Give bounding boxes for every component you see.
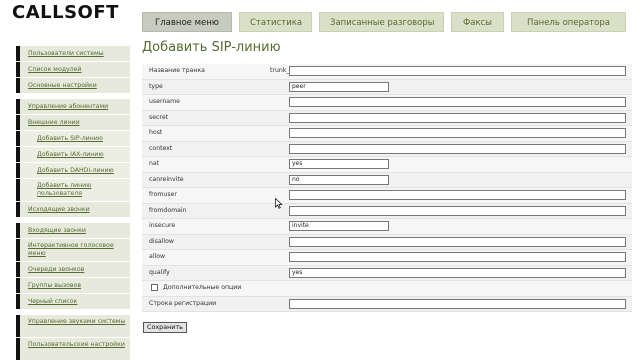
field-label: disallow [149,237,174,245]
trunk-prefix: trunk_ [270,67,290,74]
text-field[interactable]: yes [289,159,389,169]
save-button[interactable]: Сохранить [143,322,187,333]
form-row: qualify yes [142,265,632,281]
sidebar-item[interactable]: Черный список [16,294,130,309]
field-label: fromdomain [149,206,187,214]
text-field[interactable] [289,112,626,123]
sidebar-item[interactable]: Пользователи системы [16,46,130,61]
form-row: Название транка trunk_ [142,64,632,80]
text-field[interactable]: yes [289,267,626,278]
extra-options-label: Дополнительные опции [163,284,242,291]
sidebar-group: Пользователи системы Список модулей Основн… [16,46,130,93]
main-tabs: Главное меню Статистика Записанные разгово… [142,12,626,32]
page-title: Добавить SIP-линию [142,40,281,55]
form-row: canreinvite no [142,172,632,188]
text-field[interactable] [289,252,626,262]
text-field[interactable] [289,143,626,154]
form-row: disallow [142,234,632,250]
field-label: canreinvite [149,175,184,183]
sidebar-item[interactable]: Входящие звонки [16,223,130,238]
form-row: host [142,126,632,142]
form-row: fromuser [142,188,632,204]
field-label: type [149,82,163,90]
tab-1[interactable]: Главное меню [142,12,232,32]
sip-line-form: Название транка trunk_type peer username sec… [142,64,632,312]
tab-5[interactable]: Панель оператора [511,12,626,32]
text-field[interactable] [289,66,626,76]
text-field[interactable] [289,128,626,138]
tab-3[interactable]: Записанные разговоры [319,12,444,32]
sidebar-item[interactable]: Группы вызовов [16,278,130,293]
sidebar-group: Управление абонентами Внешние линии Добави… [16,99,130,217]
sidebar-item[interactable]: Добавить линию пользователя [16,179,130,201]
sidebar-item[interactable]: Управление абонентами [16,99,130,114]
text-field[interactable]: invite [289,221,389,231]
sidebar: Пользователи системы Список модулей Основн… [16,46,130,360]
text-field[interactable] [289,190,626,200]
extra-options-checkbox[interactable] [151,284,158,291]
form-row: allow [142,250,632,266]
sidebar-item[interactable]: Очереди звонков [16,262,130,277]
sidebar-item[interactable]: Добавить DAHDI-линию [16,163,130,178]
field-label: host [149,129,163,136]
sidebar-item[interactable]: Управление звуками системы [16,315,130,337]
form-row: fromdomain [142,203,632,219]
tab-4[interactable]: Факсы [451,12,504,32]
sidebar-item[interactable]: Список модулей [16,62,130,77]
form-row: type peer [142,79,632,95]
extra-options-row: Дополнительные опции [142,281,632,297]
form-row: secret [142,110,632,126]
field-label: username [149,98,180,105]
sidebar-item[interactable]: Добавить SIP-линию [16,131,130,146]
sidebar-group: Входящие звонки Интерактивное голосовое м… [16,223,130,309]
field-label: fromuser [149,191,177,198]
sidebar-item[interactable]: Добавить IAX-линию [16,147,130,162]
field-label: secret [149,113,169,121]
form-row: insecure invite [142,219,632,235]
sidebar-item[interactable]: Интерактивное голосовое меню [16,239,130,261]
sidebar-group: Управление звуками системы Пользовательск… [16,315,130,360]
sidebar-item[interactable]: Пользовательские настройки [16,338,130,360]
sidebar-item[interactable]: Исходящие звонки [16,202,130,217]
registration-label: Строка регистрации [149,299,217,307]
field-label: Название транка [149,67,205,74]
form-row: context [142,141,632,157]
registration-row: Строка регистрации [142,296,632,312]
sidebar-item[interactable]: Внешние линии [16,115,130,130]
logo: CALLSOFT [12,2,119,23]
field-label: qualify [149,268,170,276]
text-field[interactable] [289,97,626,107]
field-label: insecure [149,222,176,229]
text-field[interactable]: peer [289,81,389,92]
text-field[interactable] [289,205,626,216]
mouse-cursor-icon [275,198,283,209]
form-row: username [142,95,632,111]
registration-field[interactable] [289,298,626,309]
field-label: context [149,144,173,152]
field-label: allow [149,253,166,260]
text-field[interactable] [289,236,626,247]
tab-2[interactable]: Статистика [239,12,312,32]
field-label: nat [149,160,160,167]
text-field[interactable]: no [289,174,389,185]
form-row: nat yes [142,157,632,173]
sidebar-item[interactable]: Основные настройки [16,78,130,93]
